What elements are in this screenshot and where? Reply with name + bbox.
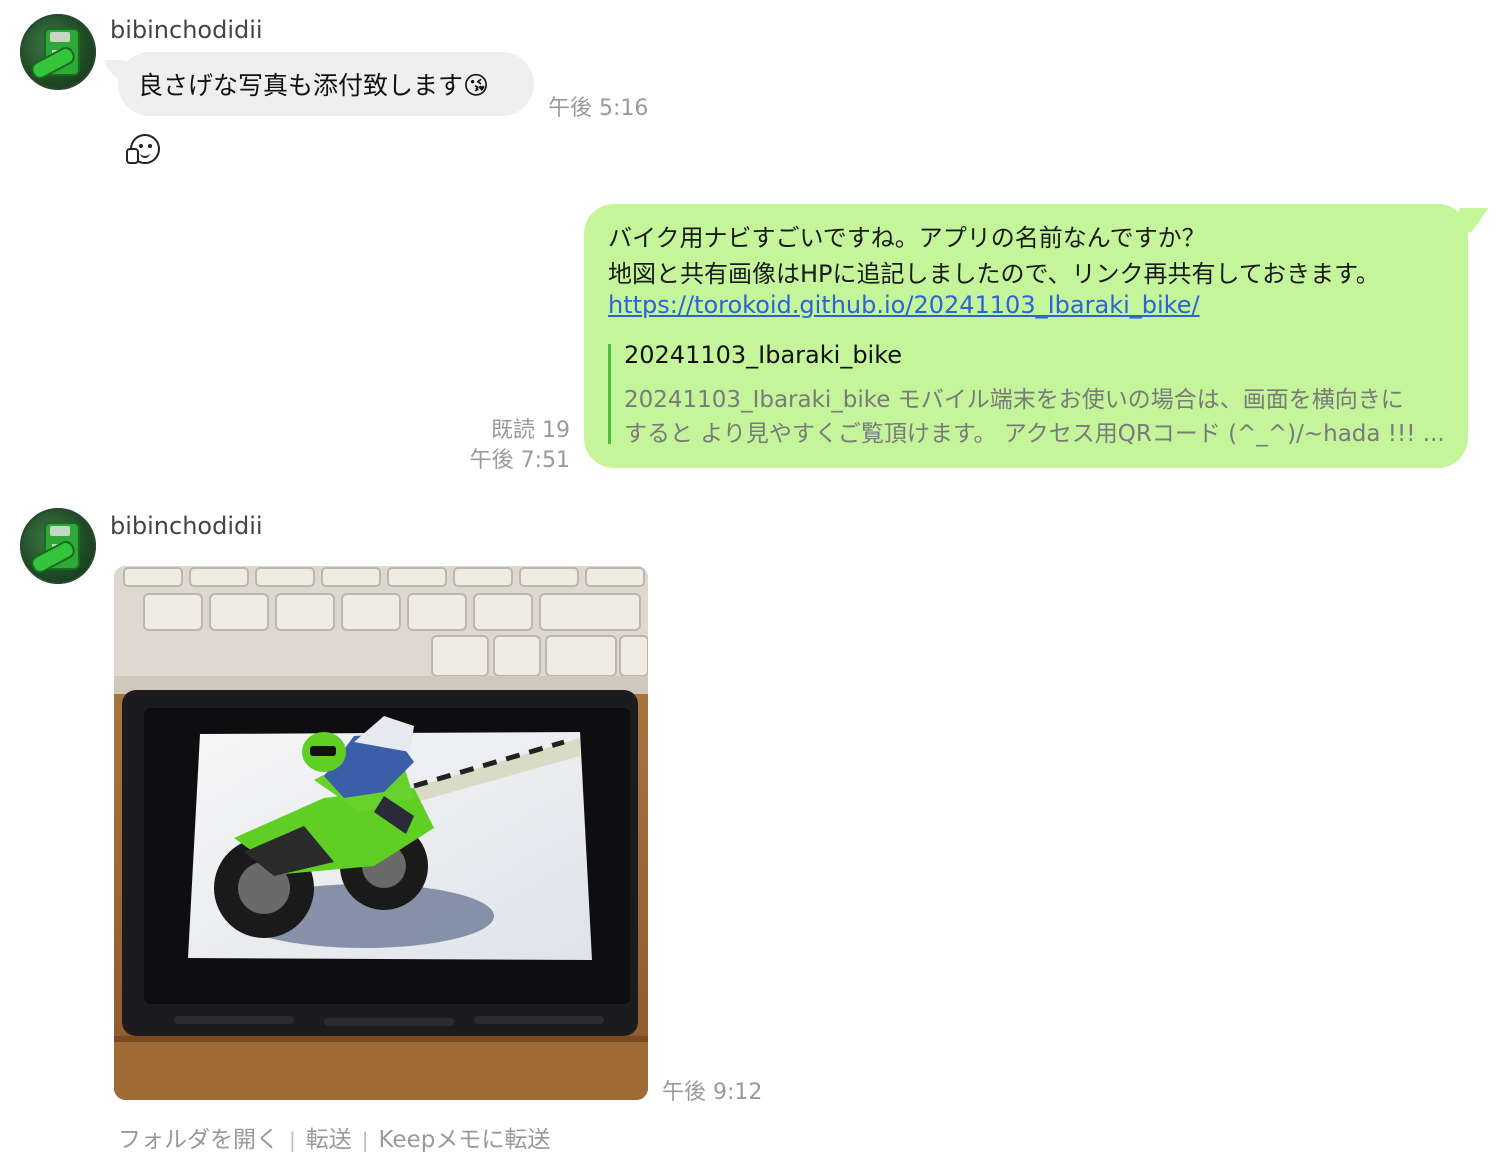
message-time: 午後 9:12 (662, 1080, 763, 1105)
separator: | (289, 1128, 296, 1152)
message-text: 良さげな写真も添付致します😘 (138, 71, 490, 100)
message-time: 午後 7:51 (469, 448, 570, 473)
sender-avatar[interactable] (20, 14, 96, 90)
thinking-face-icon (126, 134, 160, 164)
link-preview-desc: すると より見やすくご覧頂けます。 アクセス用QRコード (^_^)/~hada… (624, 421, 1445, 447)
link-preview-title: 20241103_Ibaraki_bike (624, 341, 903, 369)
open-folder-link[interactable]: フォルダを開く (118, 1127, 279, 1153)
sender-avatar[interactable] (20, 508, 96, 584)
message-text-line: 地図と共有画像はHPに追記しましたので、リンク再共有しておきます。 (608, 260, 1380, 288)
forward-link[interactable]: 転送 (306, 1127, 352, 1153)
separator: | (361, 1128, 369, 1152)
message-text-line: バイク用ナビすごいですね。アプリの名前なんですか？ (608, 224, 1206, 252)
message-time: 午後 5:16 (548, 96, 649, 121)
link-preview-bar (608, 344, 611, 444)
sender-name: bibinchodidii (110, 512, 263, 540)
message-link[interactable]: https://torokoid.github.io/20241103_Ibar… (608, 291, 1200, 319)
link-preview-desc: 20241103_Ibaraki_bike モバイル端末をお使いの場合は、画面を… (624, 387, 1404, 413)
sender-name: bibinchodidii (110, 16, 263, 44)
read-receipt: 既読 19 (491, 418, 570, 443)
attached-photo[interactable] (114, 566, 648, 1100)
incoming-message-bubble[interactable]: 良さげな写真も添付致します😘 (118, 52, 534, 116)
keep-memo-forward-link[interactable]: Keepメモに転送 (379, 1127, 551, 1153)
photo-actions: フォルダを開く | 転送 | Keepメモに転送 (118, 1120, 550, 1154)
outgoing-message-bubble[interactable]: バイク用ナビすごいですね。アプリの名前なんですか？ 地図と共有画像はHPに追記し… (584, 204, 1468, 468)
navigation-device-photo (114, 566, 648, 1100)
